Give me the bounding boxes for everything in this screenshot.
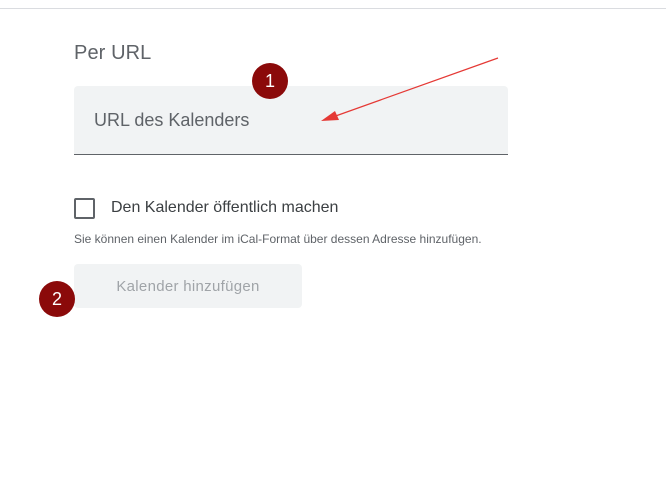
public-checkbox-label[interactable]: Den Kalender öffentlich machen — [111, 199, 338, 217]
helper-text: Sie können einen Kalender im iCal-Format… — [74, 232, 482, 246]
calendar-url-input[interactable] — [74, 86, 508, 154]
public-checkbox[interactable] — [74, 197, 95, 219]
top-divider — [0, 8, 666, 9]
section-title: Per URL — [74, 42, 152, 64]
public-checkbox-row[interactable]: Den Kalender öffentlich machen — [74, 197, 338, 219]
add-calendar-button[interactable]: Kalender hinzufügen — [74, 264, 302, 308]
annotation-badge-2: 2 — [39, 281, 75, 317]
url-field[interactable] — [74, 86, 508, 155]
annotation-badge-1: 1 — [252, 63, 288, 99]
